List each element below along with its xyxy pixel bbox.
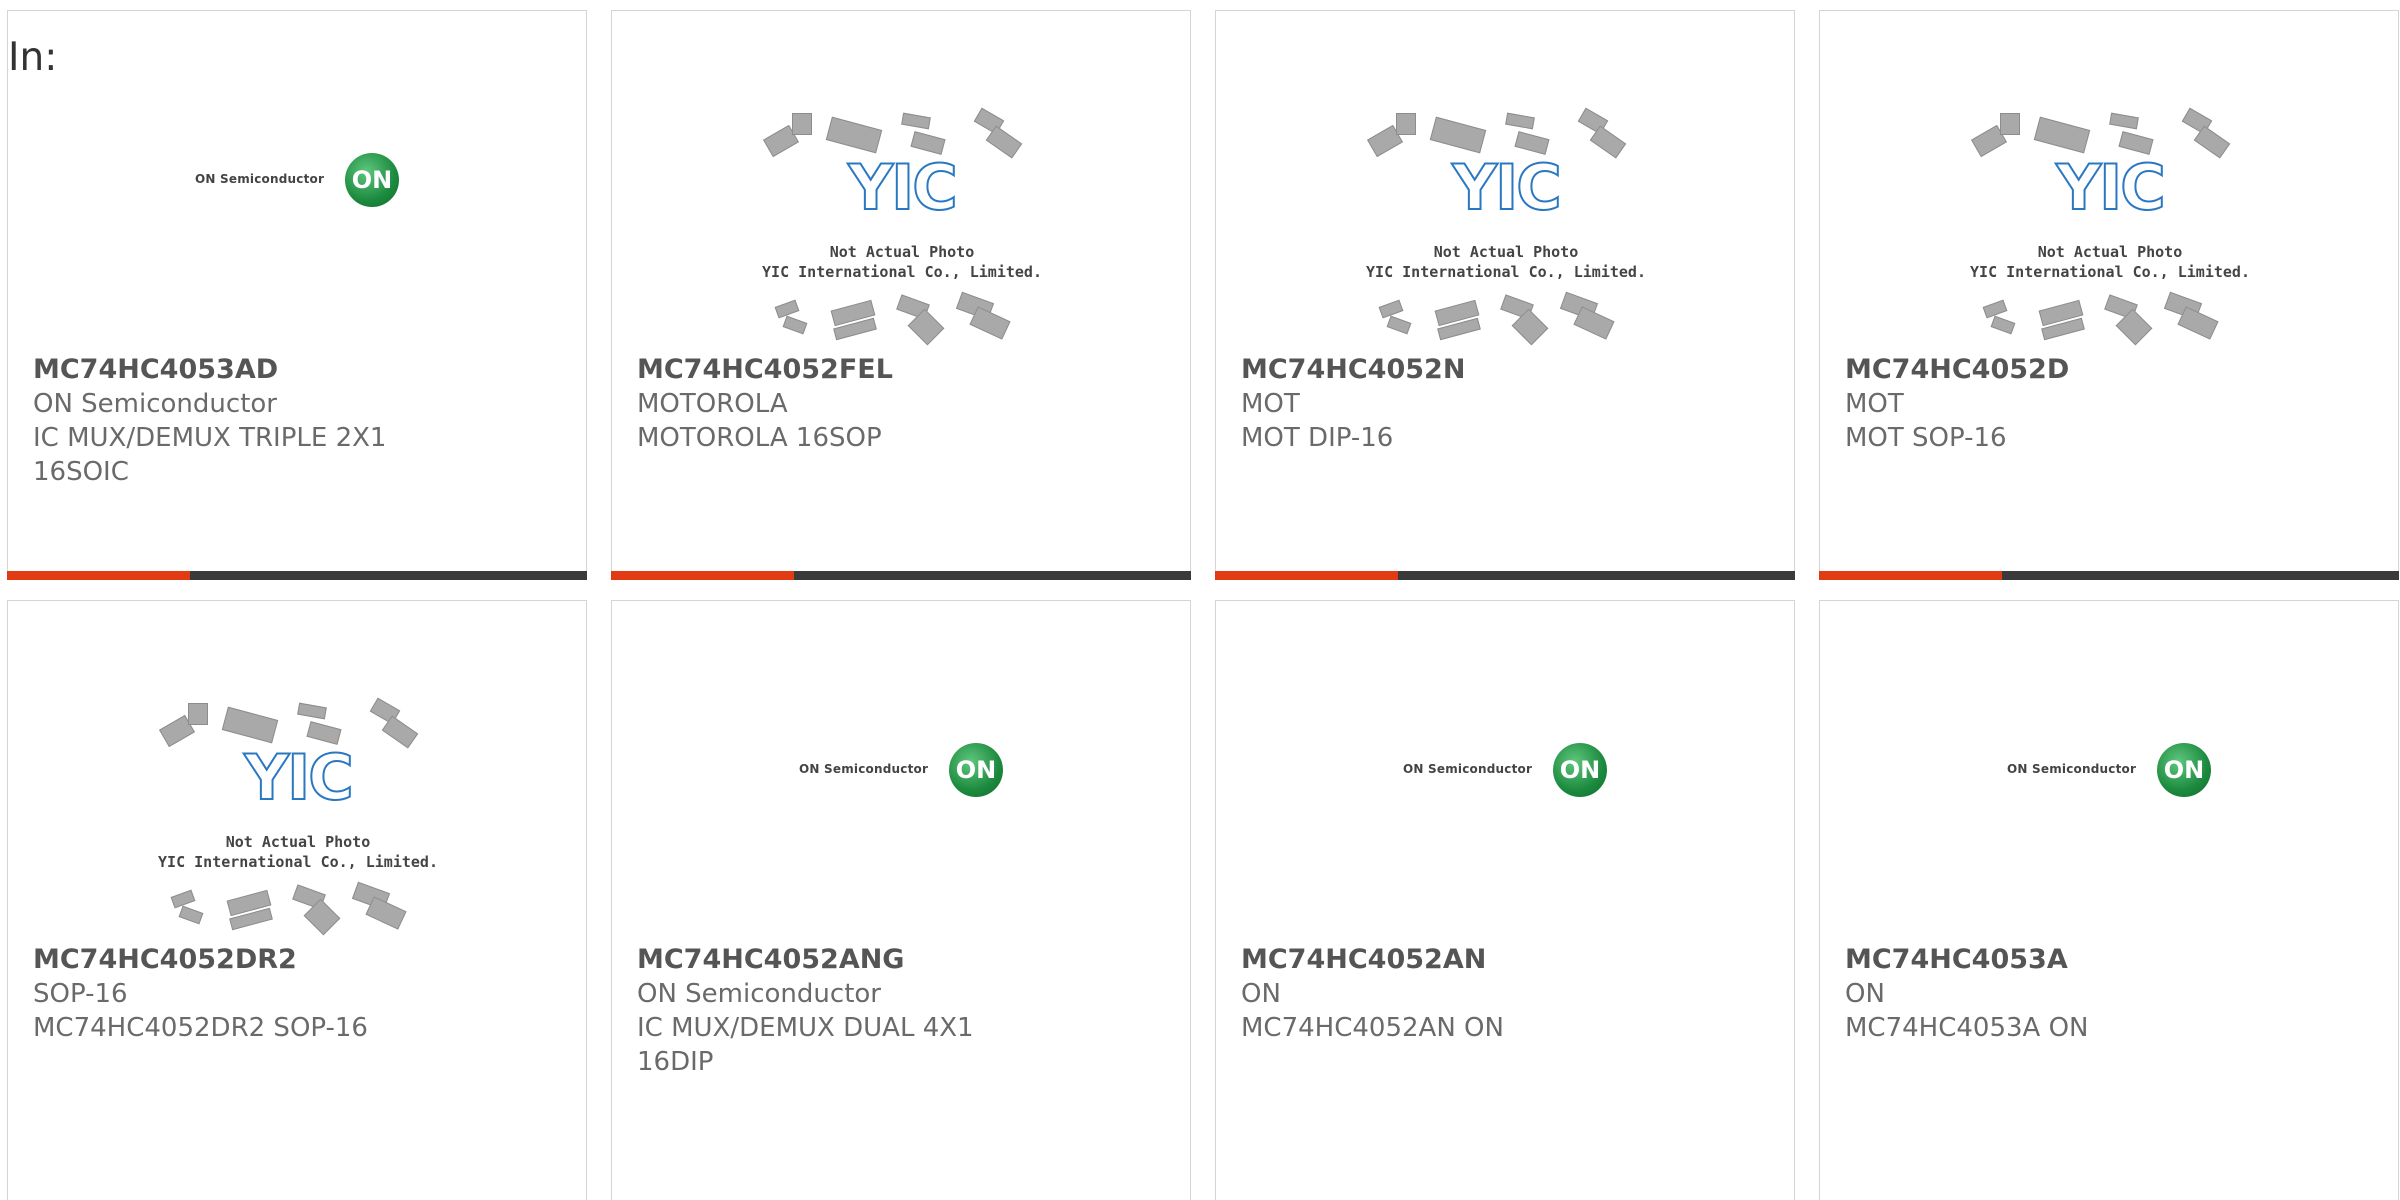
part-number-link[interactable]: MC74HC4052ANG: [637, 943, 997, 977]
product-card[interactable]: YIC Not Actual Photo YIC International C…: [611, 10, 1191, 580]
manufacturer: SOP-16: [33, 979, 128, 1009]
part-number-link[interactable]: MC74HC4052D: [1845, 353, 2205, 387]
yic-placeholder-image: YIC Not Actual Photo YIC International C…: [1970, 101, 2250, 346]
manufacturer: ON Semiconductor: [33, 389, 277, 419]
product-image[interactable]: ON Semiconductor ON: [8, 11, 586, 351]
manufacturer: MOT: [1241, 389, 1300, 419]
on-semiconductor-logo: ON Semiconductor ON: [195, 153, 405, 209]
product-image[interactable]: YIC Not Actual Photo YIC International C…: [1820, 11, 2398, 351]
product-card[interactable]: YIC Not Actual Photo YIC International C…: [1819, 10, 2399, 580]
product-image[interactable]: ON Semiconductor ON: [1820, 601, 2398, 941]
description: 16SOIC: [33, 457, 129, 487]
description: IC MUX/DEMUX DUAL 4X1 16DIP: [637, 1013, 974, 1077]
yic-placeholder-image: YIC Not Actual Photo YIC International C…: [1366, 101, 1646, 346]
product-card[interactable]: ON Semiconductor ON MC74HC4053AD ON Semi…: [7, 10, 587, 580]
description: MC74HC4053A ON: [1845, 1013, 2089, 1043]
product-card[interactable]: ON Semiconductor ON MC74HC4052ANG ON Sem…: [611, 600, 1191, 1200]
description: MOTOROLA 16SOP: [637, 423, 882, 453]
product-card[interactable]: ON Semiconductor ON MC74HC4053A ON MC74H…: [1819, 600, 2399, 1200]
manufacturer: MOT: [1845, 389, 1904, 419]
description: MC74HC4052AN ON: [1241, 1013, 1504, 1043]
product-image[interactable]: YIC Not Actual Photo YIC International C…: [8, 601, 586, 941]
part-number-link[interactable]: MC74HC4053AD: [33, 353, 393, 387]
yic-placeholder-image: YIC Not Actual Photo YIC International C…: [762, 101, 1042, 346]
card-bar: [7, 571, 587, 580]
manufacturer: ON: [1241, 979, 1281, 1009]
product-image[interactable]: YIC Not Actual Photo YIC International C…: [1216, 11, 1794, 351]
product-image[interactable]: ON Semiconductor ON: [1216, 601, 1794, 941]
part-number-link[interactable]: MC74HC4052DR2: [33, 943, 393, 977]
page-heading: In:: [8, 35, 58, 80]
product-card[interactable]: ON Semiconductor ON MC74HC4052AN ON MC74…: [1215, 600, 1795, 1200]
product-image[interactable]: ON Semiconductor ON: [612, 601, 1190, 941]
description: MOT DIP-16: [1241, 423, 1394, 453]
yic-placeholder-image: YIC Not Actual Photo YIC International C…: [158, 691, 438, 936]
description: MOT SOP-16: [1845, 423, 2007, 453]
description: IC MUX/DEMUX TRIPLE 2X1: [33, 423, 387, 453]
product-card[interactable]: YIC Not Actual Photo YIC International C…: [7, 600, 587, 1200]
part-number-link[interactable]: MC74HC4053A: [1845, 943, 2205, 977]
part-number-link[interactable]: MC74HC4052N: [1241, 353, 1601, 387]
manufacturer: ON Semiconductor: [637, 979, 881, 1009]
part-number-link[interactable]: MC74HC4052AN: [1241, 943, 1601, 977]
on-semiconductor-logo: ON Semiconductor ON: [2007, 743, 2217, 799]
on-semiconductor-logo: ON Semiconductor ON: [799, 743, 1009, 799]
product-card[interactable]: YIC Not Actual Photo YIC International C…: [1215, 10, 1795, 580]
part-number-link[interactable]: MC74HC4052FEL: [637, 353, 997, 387]
description: MC74HC4052DR2 SOP-16: [33, 1013, 368, 1043]
manufacturer: MOTOROLA: [637, 389, 788, 419]
product-image[interactable]: YIC Not Actual Photo YIC International C…: [612, 11, 1190, 351]
card-bar: [611, 571, 1191, 580]
manufacturer: ON: [1845, 979, 1885, 1009]
on-semiconductor-logo: ON Semiconductor ON: [1403, 743, 1613, 799]
card-bar: [1215, 571, 1795, 580]
card-bar: [1819, 571, 2399, 580]
